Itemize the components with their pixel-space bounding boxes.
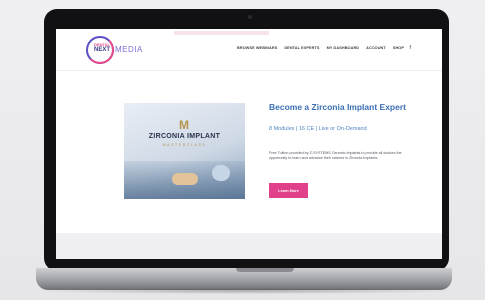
laptop-screen: DENTAL NEXT MEDIA BROWSE WEBINARS DENTAL… (56, 29, 442, 259)
hero-image-title: ZIRCONIA IMPLANT (148, 133, 221, 140)
nav-account[interactable]: ACCOUNT (366, 46, 386, 50)
site-header: DENTAL NEXT MEDIA BROWSE WEBINARS DENTAL… (56, 29, 442, 71)
nav-dental-experts[interactable]: DENTAL EXPERTS (284, 46, 319, 50)
learn-more-button[interactable]: Learn More (269, 183, 308, 198)
header-accent-strip (174, 31, 269, 35)
logo-line2: NEXT (93, 47, 110, 53)
webcam-icon (248, 15, 252, 19)
nav-browse-webinars[interactable]: BROWSE WEBINARS (237, 46, 277, 50)
course-title: Become a Zirconia Implant Expert (269, 102, 406, 112)
logo-brand-text[interactable]: MEDIA (115, 45, 143, 54)
nav-shop[interactable]: SHOP (393, 46, 404, 50)
footer-band (56, 233, 442, 259)
main-nav: BROWSE WEBINARS DENTAL EXPERTS MY DASHBO… (237, 46, 404, 50)
course-hero-image: M ZIRCONIA IMPLANT MASTERCLASS (124, 103, 245, 199)
course-meta: 8 Modules | 16 CE | Live or On-Demand (269, 126, 367, 132)
masterclass-logo-icon: M (179, 118, 189, 132)
laptop-notch (236, 268, 294, 272)
hero-glove (212, 165, 230, 181)
laptop-shadow (30, 288, 460, 294)
course-description: Free Tuition provided by Z-SYSTEMS Ceram… (269, 151, 402, 161)
hero-hand (172, 173, 198, 185)
facebook-icon[interactable]: f (410, 45, 411, 51)
nav-my-dashboard[interactable]: MY DASHBOARD (327, 46, 360, 50)
hero-image-subtitle: MASTERCLASS (162, 143, 207, 147)
laptop-base (36, 268, 452, 290)
